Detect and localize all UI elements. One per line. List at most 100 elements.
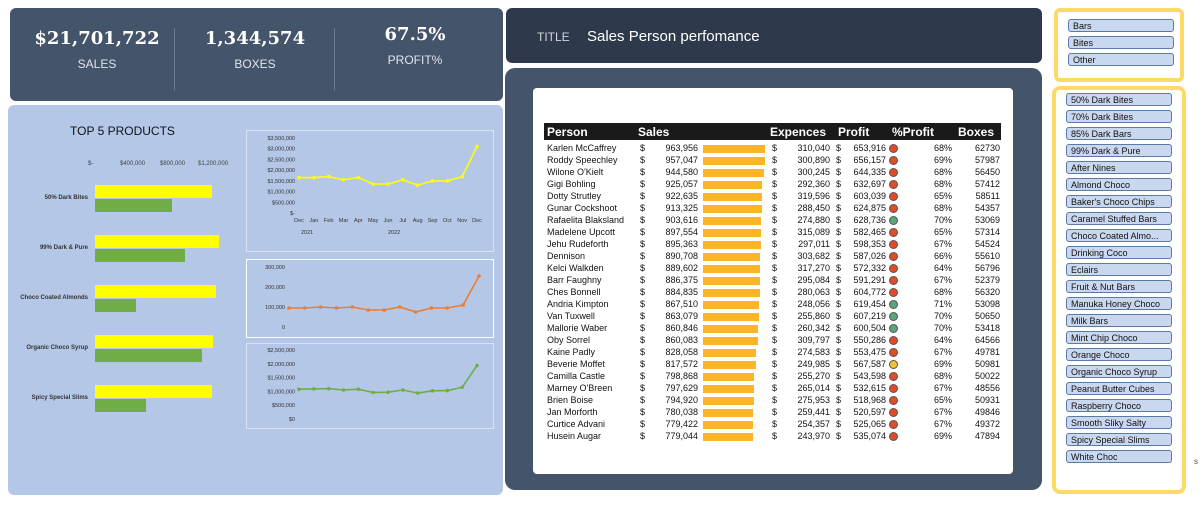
data-point (445, 179, 450, 183)
data-point (430, 389, 435, 393)
currency-symbol: $ (640, 203, 646, 213)
status-dot-icon (889, 336, 898, 345)
table-row: Camilla Castle $798,868 $255,270 $543,598 68… (544, 371, 1001, 383)
data-point (477, 274, 481, 278)
cell-profit: 656,157 (853, 155, 886, 165)
slicer-item-category[interactable]: Bars (1068, 19, 1174, 32)
category-slicer: Bars Bites Other (1054, 8, 1184, 82)
table-row: Rafaelita Blaksland $903,616 $274,880 $628,… (544, 215, 1001, 227)
data-point (386, 182, 390, 186)
data-point (356, 175, 361, 180)
sales-data-bar (703, 313, 759, 321)
cell-profit: 553,475 (853, 347, 886, 357)
cell-boxes: 55610 (974, 251, 1000, 261)
cell-pct-profit: 69% (933, 431, 952, 441)
data-point (413, 310, 418, 314)
status-dot-icon (889, 180, 898, 189)
slicer-item-product[interactable]: 70% Dark Bites (1066, 110, 1172, 123)
cell-expences: 310,040 (797, 143, 830, 153)
slicer-item-product[interactable]: Mint Chip Choco (1066, 331, 1172, 344)
cell-boxes: 58511 (975, 191, 1000, 201)
status-dot-icon (889, 408, 898, 417)
slicer-item-product[interactable]: Almond Choco (1066, 178, 1172, 191)
slicer-item-product[interactable]: After Nines (1066, 161, 1172, 174)
status-dot-icon (889, 372, 898, 381)
cell-sales: 798,868 (665, 371, 698, 381)
slicer-item-product[interactable]: Raspberry Choco (1066, 399, 1172, 412)
currency-symbol: $ (772, 227, 778, 237)
sales-data-bar (703, 301, 759, 309)
sales-data-bar (703, 349, 757, 357)
cell-person: Gigi Bohling (547, 179, 596, 189)
slicer-item-category[interactable]: Bites (1068, 36, 1174, 49)
currency-symbol: $ (772, 287, 778, 297)
slicer-item-product[interactable]: Peanut Butter Cubes (1066, 382, 1172, 395)
data-point (356, 387, 361, 391)
slicer-item-product[interactable]: Organic Choco Syrup (1066, 365, 1172, 378)
sales-data-bar (703, 325, 759, 333)
cell-pct-profit: 67% (933, 383, 952, 393)
cell-sales: 863,079 (665, 311, 698, 321)
slicer-item-product[interactable]: Milk Bars (1066, 314, 1172, 327)
currency-symbol: $ (772, 155, 778, 165)
status-dot-icon (889, 360, 898, 369)
slicer-item-product[interactable]: 85% Dark Bars (1066, 127, 1172, 140)
cell-profit: 550,286 (853, 335, 886, 345)
table-row: Mallorie Waber $860,846 $260,342 $600,504 70… (544, 323, 1001, 335)
currency-symbol: $ (640, 335, 646, 345)
slicer-item-product[interactable]: 50% Dark Bites (1066, 93, 1172, 106)
cell-expences: 255,860 (797, 311, 830, 321)
status-dot-icon (889, 312, 898, 321)
bar-green (95, 299, 136, 312)
currency-symbol: $ (640, 275, 646, 285)
cell-person: Barr Faughny (547, 275, 602, 285)
cell-boxes: 49846 (974, 407, 1000, 417)
x-tick-label: Mar (339, 218, 349, 224)
slicer-item-product[interactable]: Caramel Stuffed Bars (1066, 212, 1172, 225)
currency-symbol: $ (640, 263, 646, 273)
th-pct-profit: %Profit (892, 125, 934, 139)
slicer-item-product[interactable]: Smooth Sliky Salty (1066, 416, 1172, 429)
cell-expences: 309,797 (797, 335, 830, 345)
cell-expences: 274,583 (797, 347, 830, 357)
slicer-item-product[interactable]: Baker's Choco Chips (1066, 195, 1172, 208)
title-panel: TITLE Sales Person perfomance (506, 8, 1042, 63)
slicer-item-product[interactable]: Drinking Coco (1066, 246, 1172, 259)
sales-data-bar (703, 181, 763, 189)
data-point (475, 144, 479, 149)
cell-sales: 860,083 (665, 335, 698, 345)
currency-symbol: $ (836, 263, 842, 273)
cell-sales: 817,572 (665, 359, 698, 369)
cell-boxes: 56320 (974, 287, 1000, 297)
y-tick-label: $1,500,000 (267, 179, 295, 185)
cell-person: Jan Morforth (547, 407, 598, 417)
cell-sales: 897,554 (665, 227, 698, 237)
cell-person: Andria Kimpton (547, 299, 609, 309)
cell-expences: 249,985 (797, 359, 830, 369)
slicer-item-product[interactable]: Orange Choco (1066, 348, 1172, 361)
status-dot-icon (889, 228, 898, 237)
data-point (297, 175, 301, 180)
cell-profit: 525,065 (853, 419, 886, 429)
green-line-svg: $2,500,000 $2,000,000 $1,500,000 $1,000,000… (267, 348, 479, 423)
th-person: Person (547, 125, 588, 139)
currency-symbol: $ (836, 323, 842, 333)
slicer-item-product[interactable]: Choco Coated Almo... (1066, 229, 1172, 242)
currency-symbol: $ (772, 299, 778, 309)
cell-person: Dennison (547, 251, 586, 261)
cell-sales: 889,602 (665, 263, 698, 273)
slicer-item-product[interactable]: Spicy Special Slims (1066, 433, 1172, 446)
slicer-item-category[interactable]: Other (1068, 53, 1174, 66)
slicer-item-product[interactable]: Eclairs (1066, 263, 1172, 276)
slicer-item-product[interactable]: White Choc (1066, 450, 1172, 463)
currency-symbol: $ (836, 155, 842, 165)
cell-boxes: 50981 (974, 359, 1000, 369)
slicer-item-product[interactable]: 99% Dark & Pure (1066, 144, 1172, 157)
slicer-item-product[interactable]: Fruit & Nut Bars (1066, 280, 1172, 293)
cell-profit: 628,736 (853, 215, 886, 225)
y-tick-label: 100,000 (265, 305, 285, 311)
cell-pct-profit: 64% (933, 335, 952, 345)
currency-symbol: $ (772, 191, 778, 201)
cell-pct-profit: 67% (933, 407, 952, 417)
slicer-item-product[interactable]: Manuka Honey Choco (1066, 297, 1172, 310)
